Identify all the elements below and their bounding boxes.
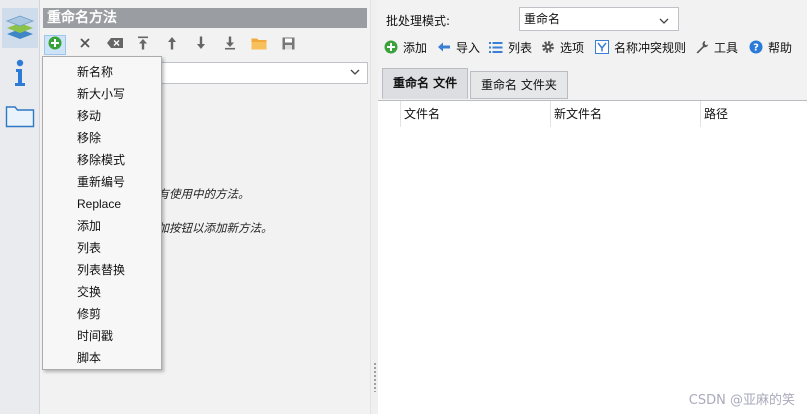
rail-methods-button[interactable] [2,8,38,48]
clear-icon [106,37,124,53]
name-conflict-rules-label: 名称冲突规则 [614,40,687,55]
column-separator [700,101,701,127]
help-icon: ? [748,39,764,55]
folder-outline-icon [5,102,35,131]
column-header-path[interactable]: 路径 [704,105,728,122]
column-separator [550,101,551,127]
add-method-button[interactable] [44,35,66,55]
move-bottom-icon [224,36,236,54]
save-icon [282,37,295,54]
add-files-label: 添加 [403,40,428,55]
rail-info-button[interactable] [2,54,38,94]
side-rail [0,0,40,414]
import-icon [436,39,452,55]
list-icon [488,39,504,55]
menu-item-remove-pattern[interactable]: 移除模式 [77,152,125,168]
panel-splitter[interactable] [370,0,378,414]
list-button[interactable]: 列表 [488,38,532,56]
tab-rename-files[interactable]: 重命名 文件 [382,68,468,99]
menu-item-list-replace[interactable]: 列表替换 [77,262,125,278]
column-header-filename[interactable]: 文件名 [404,105,440,122]
add-icon [383,39,399,55]
menu-item-move[interactable]: 移动 [77,108,101,124]
list-label: 列表 [508,40,533,55]
splitter-grip[interactable] [373,362,377,392]
open-preset-button[interactable] [248,35,270,55]
move-down-icon [195,36,207,54]
import-button[interactable]: 导入 [436,38,480,56]
add-files-button[interactable]: 添加 [383,38,427,56]
wrench-icon [694,39,710,55]
info-icon [12,58,28,91]
delete-method-button[interactable] [74,35,96,55]
menu-item-add[interactable]: 添加 [77,218,101,234]
move-up-button[interactable] [161,35,183,55]
move-bottom-button[interactable] [219,35,241,55]
main-toolbar: 添加 导入 列表 选项 名称冲突规则 工具 ? 帮助 [378,36,807,58]
folder-icon [251,37,267,54]
methods-toolbar [40,33,370,57]
chevron-down-icon [349,66,361,81]
name-conflict-rules-button[interactable]: 名称冲突规则 [594,38,686,56]
gear-icon [540,39,556,55]
move-down-button[interactable] [190,35,212,55]
conflict-rules-icon [594,39,610,55]
help-button[interactable]: ? 帮助 [748,38,792,56]
rail-folder-button[interactable] [2,96,38,136]
layers-icon [5,12,35,45]
svg-text:?: ? [753,43,759,54]
menu-item-list[interactable]: 列表 [77,240,101,256]
panel-title: 重命名方法 [43,8,367,28]
move-top-button[interactable] [132,35,154,55]
options-label: 选项 [560,40,585,55]
clear-methods-button[interactable] [104,35,126,55]
help-label: 帮助 [768,40,793,55]
watermark: CSDN @亚麻的笑 [688,393,795,408]
batch-mode-value: 重命名 [524,12,561,26]
menu-item-new-case[interactable]: 新大小写 [77,86,125,102]
tools-label: 工具 [714,40,739,55]
add-icon [48,36,62,54]
tab-rename-folders[interactable]: 重命名 文件夹 [470,71,568,99]
menu-item-new-name[interactable]: 新名称 [77,64,113,80]
move-up-icon [166,36,178,54]
menu-item-renumber[interactable]: 重新编号 [77,174,125,190]
add-methods-hint: 添加按钮以添加新方法。 [146,221,273,235]
column-separator [400,101,401,127]
files-panel: 批处理模式: 重命名 添加 导入 列表 选项 名称冲突规则 工具 ? 帮助 重命… [378,0,807,414]
menu-item-swap[interactable]: 交换 [77,284,101,300]
save-preset-button[interactable] [277,35,299,55]
menu-item-replace[interactable]: Replace [77,196,121,212]
import-label: 导入 [456,40,481,55]
add-method-menu: 新名称 新大小写 移动 移除 移除模式 重新编号 Replace 添加 列表 列… [42,56,162,370]
batch-mode-label: 批处理模式: [386,14,451,28]
menu-item-remove[interactable]: 移除 [77,130,101,146]
column-header-new-filename[interactable]: 新文件名 [554,105,602,122]
menu-item-timestamp[interactable]: 时间戳 [77,328,113,344]
options-button[interactable]: 选项 [540,38,584,56]
chevron-down-icon [658,12,670,34]
method-dropdown[interactable] [142,62,368,84]
batch-mode-dropdown[interactable]: 重命名 [519,7,679,31]
menu-item-trim[interactable]: 修剪 [77,306,101,322]
tools-button[interactable]: 工具 [694,38,738,56]
delete-icon [79,37,91,53]
move-top-icon [137,36,149,54]
files-grid[interactable]: 文件名 新文件名 路径 [378,100,807,414]
menu-item-script[interactable]: 脚本 [77,350,101,366]
